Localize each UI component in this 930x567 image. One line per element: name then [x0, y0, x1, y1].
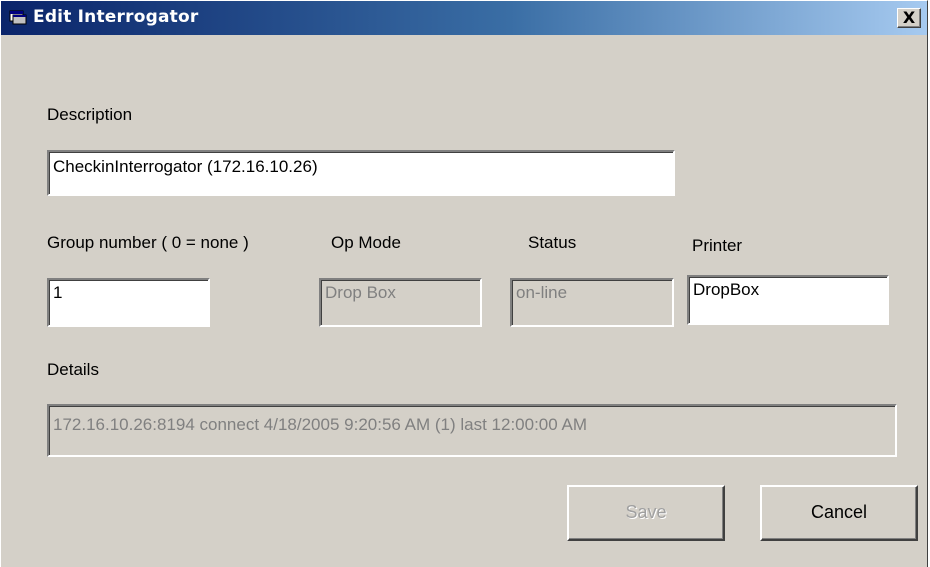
close-icon: X	[902, 8, 916, 27]
save-button[interactable]: Save	[567, 485, 725, 541]
details-field: 172.16.10.26:8194 connect 4/18/2005 9:20…	[47, 404, 897, 457]
title-bar[interactable]: Edit Interrogator X	[1, 1, 927, 35]
printer-label: Printer	[692, 236, 743, 255]
cancel-button[interactable]: Cancel	[760, 485, 918, 541]
window-title: Edit Interrogator	[33, 7, 199, 27]
op-mode-label: Op Mode	[331, 233, 401, 252]
close-button[interactable]: X	[897, 8, 921, 28]
edit-interrogator-dialog: Edit Interrogator X Description CheckinI…	[0, 0, 928, 567]
group-number-field[interactable]: 1	[47, 278, 210, 327]
printer-field[interactable]: DropBox	[687, 275, 889, 325]
status-field: on-line	[510, 278, 674, 327]
description-label: Description	[47, 105, 133, 124]
cancel-button-label: Cancel	[810, 502, 868, 522]
save-button-label: Save	[625, 502, 667, 522]
op-mode-field: Drop Box	[319, 278, 482, 327]
status-label: Status	[528, 233, 577, 252]
app-window-icon	[9, 9, 27, 25]
description-field[interactable]: CheckinInterrogator (172.16.10.26)	[47, 150, 675, 196]
group-number-label: Group number ( 0 = none )	[47, 233, 249, 252]
details-label: Details	[47, 360, 99, 379]
